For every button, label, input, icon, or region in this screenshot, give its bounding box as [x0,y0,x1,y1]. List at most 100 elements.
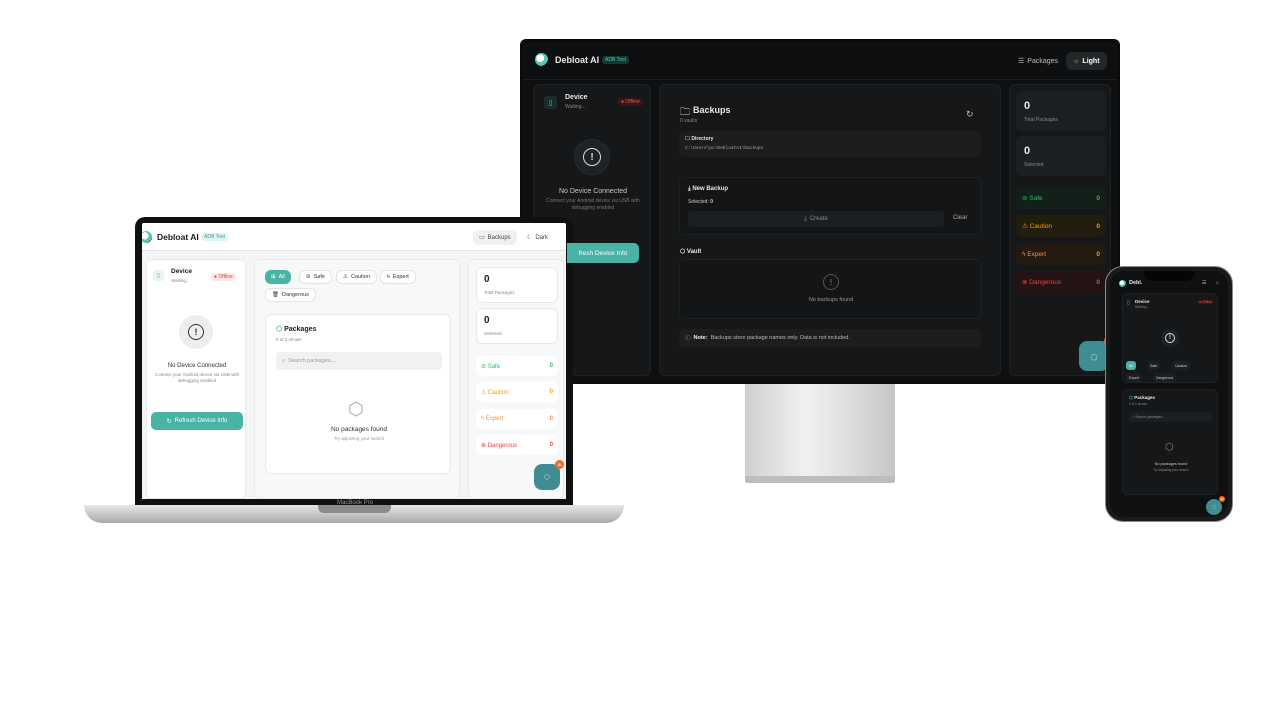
new-backup-selected: Selected: 0 [688,199,714,205]
dangerous-filter-stat[interactable]: ⊗ Dangerous 0 [476,435,558,455]
filter-safe-chip[interactable]: ⊘ Safe [299,270,332,284]
package-box-icon: ⬡ [1165,442,1174,453]
laptop-notch [318,505,391,513]
chat-icon: ◌ [543,471,551,483]
vault-box: ! No backups found [679,259,981,319]
new-backup-label: ⤓ New Backup [688,186,729,192]
filter-dangerous-chip[interactable]: 🗑 Dangerous [265,288,316,302]
download-icon: ⤓ [804,215,807,222]
safe-filter-stat[interactable]: ⊘ Safe 0 [1016,187,1106,209]
package-box-icon: ⬡ [348,399,364,419]
refresh-icon[interactable]: ↻ [966,109,974,120]
filter-caution-chip[interactable]: Caution [1172,361,1191,370]
refresh-device-button[interactable]: ↻ Refresh Device Info [151,412,243,430]
monitor-stand-foot [745,476,895,483]
ai-badge: AI [1219,496,1225,502]
filter-expert-chip[interactable]: ϟ Expert [380,270,416,284]
new-backup-box: ⤓ New Backup Selected: 0 ⤓ Create Clear [679,177,981,235]
filter-dangerous-chip[interactable]: Dangerous [1153,373,1177,382]
total-packages-stat: 0 Total Packages [476,267,558,303]
app-title: Debl. [1129,280,1143,286]
backups-title: Backups [693,105,731,115]
filter-caution-chip[interactable]: ⚠ Caution [336,270,377,284]
stats-panel: 0 Total Packages 0 Selected ⊘ Safe 0 ⚠ Ca… [1009,84,1111,376]
sun-icon[interactable]: ☼ [1215,280,1220,286]
app-tag-badge: ADB Tool [602,56,629,64]
backups-nav-button[interactable]: ▭ Backups [473,230,517,245]
phone-icon: ▯ [1127,300,1130,306]
backups-note: ⓘ Note: Backups store package names only. … [679,329,981,347]
backups-count: 0 vaults [680,118,698,124]
device-status: Waiting... [171,278,190,283]
bolt-icon: ϟ [387,274,390,280]
grid-icon: ⊞ [271,274,276,280]
refresh-icon: ↻ [166,418,172,425]
stats-panel: 0 Total Packages 0 Selected ⊘ Safe 0 ⚠ Ca… [468,259,564,499]
clear-button[interactable]: Clear [953,215,967,221]
selected-stat: 0 Selected [476,308,558,344]
directory-label: 🗀 Directory [685,136,714,142]
alert-icon: ! [1161,329,1179,347]
app-title: Debloat AI [555,55,600,65]
device-status: Waiting... [1135,305,1150,309]
device-title: Device [565,94,588,101]
ai-chat-button[interactable]: ◌ AI [1206,496,1225,515]
search-icon: ⌕ [282,357,286,364]
packages-shown: 0 of 0 shown [1129,402,1148,406]
filter-safe-chip[interactable]: Safe [1147,361,1161,370]
vault-label: ⬡ Vault [680,249,702,255]
create-backup-button[interactable]: ⤓ Create [688,211,944,227]
dangerous-filter-stat[interactable]: ⊗ Dangerous 0 [1016,271,1106,293]
phone-icon: ▯ [153,270,164,281]
filter-all-chip[interactable]: ⊞ All [265,270,291,284]
laptop-lid: Debloat AI ADB Tool ▭ Backups ☾ Dark ▯ Dev… [135,217,573,505]
directory-box: 🗀 Directory C:\Users\pc\DebloatAI\backup… [679,131,981,157]
packages-nav-button[interactable]: ☰ Packages [1012,53,1064,69]
search-input[interactable]: ⌕ Search packages... [276,352,442,370]
sun-icon: ☼ [1073,57,1080,65]
box-icon: ⬡ [276,326,283,333]
device-status: Waiting... [565,104,586,110]
offline-badge: ● Offline [618,98,643,106]
product-mockup-scene: Debloat AI ADB Tool ☰ Packages ☼ Light ▯ D… [0,0,1280,720]
expert-filter-stat[interactable]: ϟ Expert 0 [1016,243,1106,265]
vault-alert-icon: ! [823,274,839,290]
ai-chat-button[interactable]: ◌ AI [534,460,564,490]
theme-toggle-button[interactable]: ☼ Light [1066,52,1107,70]
monitor-stand-neck [745,384,895,480]
device-title: Device [171,268,192,275]
packages-card: ⬡ Packages 0 of 0 shown ⌕ Search package… [1122,389,1218,495]
filter-expert-chip[interactable]: Expert [1126,373,1143,382]
packages-empty-title: No packages found [330,426,387,433]
laptop-app-window: Debloat AI ADB Tool ▭ Backups ☾ Dark ▯ Dev… [142,223,566,499]
packages-empty-desc: Try adjusting your search [333,436,385,441]
app-logo-icon [1119,280,1126,287]
menu-icon[interactable]: ☰ [1202,280,1206,286]
ai-badge: AI [555,460,564,469]
offline-badge: ● Offline [211,273,236,281]
packages-title: ⬡ Packages [276,326,317,333]
filter-all-chip[interactable]: All [1126,361,1136,370]
moon-icon: ☾ [527,235,533,241]
monitor-refresh-device-button[interactable]: fresh Device Info [567,243,639,263]
packages-card: ⬡ Packages 0 of 0 shown ⌕ Search packages… [265,314,451,474]
list-icon: ☰ [1018,58,1025,65]
search-icon: ⌕ [1132,415,1134,419]
check-circle-icon: ⊘ [306,274,311,280]
safe-filter-stat[interactable]: ⊘ Safe 0 [476,356,558,376]
packages-shown: 0 of 0 shown [276,337,302,342]
alert-icon: ! [574,139,610,175]
app-tag-badge: ADB Tool [201,233,228,241]
no-device-title: No Device Connected [558,188,628,195]
caution-filter-stat[interactable]: ⚠ Caution 0 [1016,215,1106,237]
caution-filter-stat[interactable]: ⚠ Caution 0 [476,382,558,402]
directory-path: C:\Users\pc\DebloatAI\backups [685,146,764,151]
warning-icon: ⚠ [343,274,348,280]
packages-panel: ⊞ All ⊘ Safe ⚠ Caution ϟ Expert 🗑 Dangerous ⬡… [254,259,460,499]
packages-empty-desc: Try adjusting your search [1153,468,1189,472]
theme-toggle-button[interactable]: ☾ Dark [521,230,554,245]
search-input[interactable]: ⌕ Search packages... [1129,412,1213,422]
laptop-app-header: Debloat AI ADB Tool ▭ Backups ☾ Dark [142,223,566,251]
info-icon: ⓘ [685,336,691,342]
expert-filter-stat[interactable]: ϟ Expert 0 [476,409,558,429]
